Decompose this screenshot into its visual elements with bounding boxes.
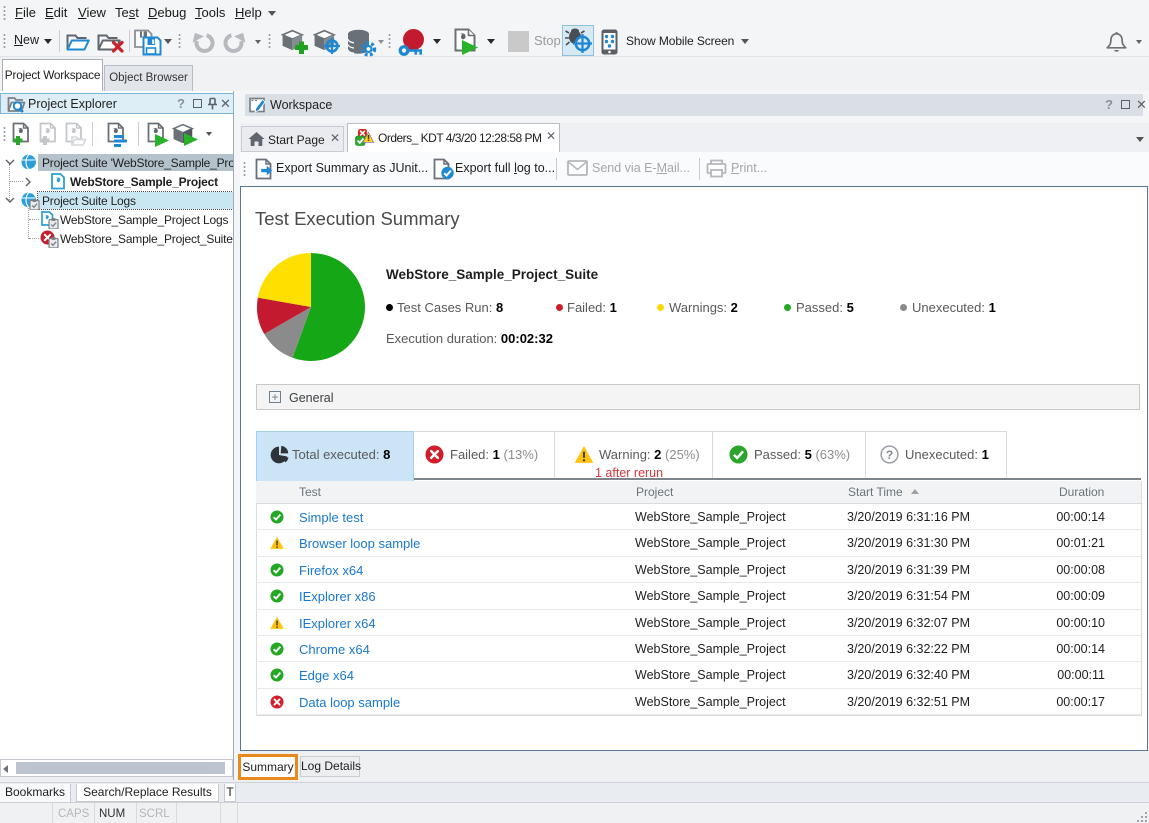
svg-text:?: ? [886, 448, 894, 462]
